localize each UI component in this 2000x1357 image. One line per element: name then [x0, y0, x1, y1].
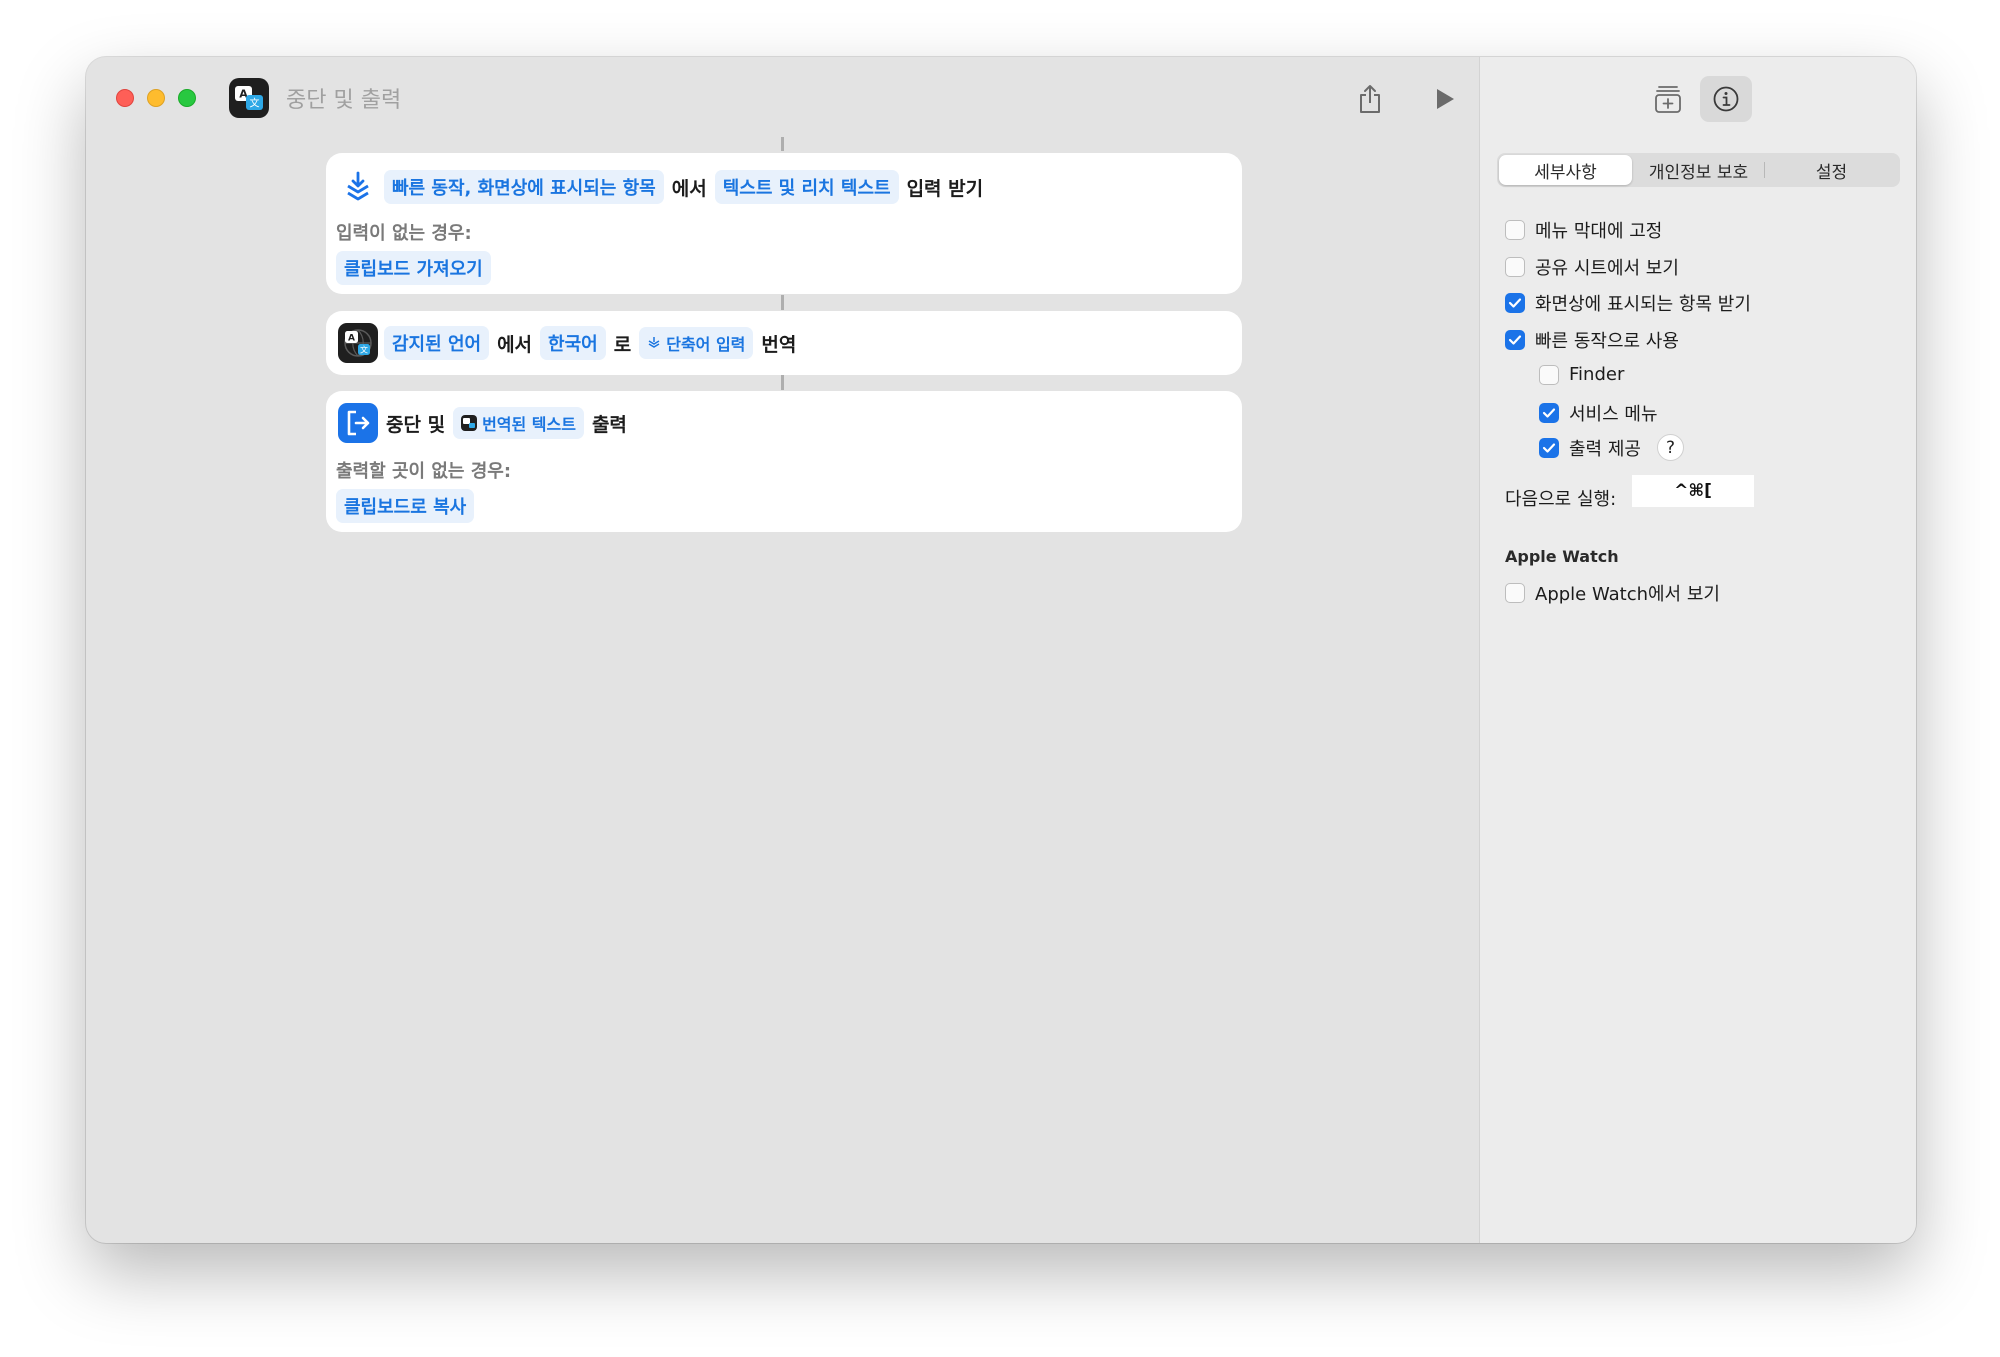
option-finder[interactable]: Finder	[1539, 364, 1624, 385]
output-word: 출력	[591, 413, 627, 436]
tab-privacy[interactable]: 개인정보 보호	[1632, 155, 1765, 185]
action-library-icon	[1655, 86, 1681, 113]
translated-text-label: 번역된 텍스트	[482, 415, 576, 434]
option-label: 서비스 메뉴	[1569, 404, 1658, 425]
option-label: 빠른 동작으로 사용	[1535, 331, 1679, 352]
zoom-window-button[interactable]	[178, 89, 196, 107]
translate-word: 번역	[761, 333, 797, 356]
input-source-token[interactable]: 빠른 동작, 화면상에 표시되는 항목	[384, 170, 664, 204]
get-clipboard-token[interactable]: 클립보드 가져오기	[336, 251, 491, 285]
option-provide-output[interactable]: 출력 제공 ?	[1539, 434, 1684, 461]
translate-icon: A 文	[338, 323, 378, 363]
input-type-token[interactable]: 텍스트 및 리치 텍스트	[714, 170, 899, 204]
layers-icon	[648, 337, 660, 348]
add-action-button[interactable]	[1642, 76, 1694, 122]
checkbox-checked[interactable]	[1505, 293, 1525, 313]
tab-settings[interactable]: 설정	[1765, 155, 1898, 185]
checkmark-icon	[1542, 408, 1556, 418]
flow-connector	[781, 375, 784, 390]
details-sidebar: 세부사항 개인정보 보호 설정 메뉴 막대에 고정 공유 시트에서 보기 화면상…	[1479, 57, 1916, 1243]
svg-text:A: A	[348, 334, 355, 344]
info-icon	[1713, 86, 1739, 112]
option-label: 메뉴 막대에 고정	[1535, 221, 1663, 242]
window-title[interactable]: 중단 및 출력	[286, 82, 401, 114]
stop-word: 중단 및	[386, 413, 446, 436]
translate-mini-icon	[461, 415, 478, 431]
stop-output-icon	[338, 403, 378, 443]
from-word: 에서	[497, 333, 533, 356]
checkbox-checked[interactable]	[1539, 403, 1559, 423]
checkbox[interactable]	[1505, 257, 1525, 277]
option-services-menu[interactable]: 서비스 메뉴	[1539, 400, 1658, 426]
translate-action[interactable]: A 文 감지된 언어 에서 한국어 로 단축어 입력 번역	[326, 311, 1242, 375]
option-pin-in-menu-bar[interactable]: 메뉴 막대에 고정	[1505, 217, 1662, 243]
option-label: Apple Watch에서 보기	[1535, 584, 1720, 605]
copy-to-clipboard-token[interactable]: 클립보드로 복사	[336, 489, 475, 523]
details-button[interactable]	[1700, 76, 1752, 122]
option-label: Finder	[1569, 364, 1625, 385]
tab-details[interactable]: 세부사항	[1499, 155, 1632, 185]
shortcut-input-token[interactable]: 단축어 입력	[639, 327, 754, 359]
option-label: 출력 제공	[1569, 438, 1641, 460]
svg-text:文: 文	[250, 97, 260, 110]
share-button[interactable]	[1348, 77, 1392, 121]
option-show-on-apple-watch[interactable]: Apple Watch에서 보기	[1505, 580, 1720, 606]
apple-watch-heading: Apple Watch	[1505, 547, 1619, 566]
help-button[interactable]: ?	[1656, 434, 1684, 461]
sidebar-tabs: 세부사항 개인정보 보호 설정	[1497, 153, 1900, 187]
option-show-in-share-sheet[interactable]: 공유 시트에서 보기	[1505, 254, 1679, 280]
receive-input-action[interactable]: 빠른 동작, 화면상에 표시되는 항목 에서 텍스트 및 리치 텍스트 입력 받…	[326, 153, 1242, 294]
share-icon	[1360, 85, 1380, 113]
shortcuts-window: A 文 중단 및 출력 빠른 동작, 화면상에 표시되는 항목 에서 텍스트 및…	[86, 57, 1916, 1243]
checkbox-checked[interactable]	[1505, 330, 1525, 350]
flow-connector	[781, 137, 784, 151]
to-word: 로	[613, 333, 632, 356]
run-button[interactable]	[1423, 77, 1467, 121]
receive-input-word: 입력 받기	[906, 177, 984, 200]
minimize-window-button[interactable]	[147, 89, 165, 107]
keyboard-shortcut-field[interactable]: ^⌘[	[1632, 475, 1754, 507]
checkbox[interactable]	[1505, 583, 1525, 603]
option-label: 공유 시트에서 보기	[1535, 258, 1679, 279]
shortcut-input-label: 단축어 입력	[666, 335, 746, 354]
play-icon	[1437, 89, 1454, 109]
checkmark-icon	[1542, 442, 1556, 453]
from-word: 에서	[671, 177, 707, 200]
editor-area: A 文 중단 및 출력 빠른 동작, 화면상에 표시되는 항목 에서 텍스트 및…	[86, 57, 1479, 1243]
checkbox[interactable]	[1539, 364, 1559, 385]
flow-connector	[781, 295, 784, 310]
no-input-label: 입력이 없는 경우:	[336, 223, 472, 244]
traffic-lights	[116, 89, 196, 107]
source-language-token[interactable]: 감지된 언어	[384, 326, 490, 360]
checkbox[interactable]	[1505, 220, 1525, 240]
checkmark-icon	[1508, 298, 1522, 308]
option-use-as-quick-action[interactable]: 빠른 동작으로 사용	[1505, 327, 1679, 353]
receive-input-icon	[338, 167, 378, 207]
checkmark-icon	[1508, 335, 1522, 345]
target-language-token[interactable]: 한국어	[540, 326, 606, 360]
translate-shortcut-icon[interactable]: A 文	[229, 78, 269, 118]
no-output-destination-label: 출력할 곳이 없는 경우:	[336, 461, 512, 482]
translated-text-token[interactable]: 번역된 텍스트	[453, 407, 584, 439]
close-window-button[interactable]	[116, 89, 134, 107]
option-receive-onscreen-items[interactable]: 화면상에 표시되는 항목 받기	[1505, 290, 1751, 316]
stop-and-output-action[interactable]: 중단 및 번역된 텍스트 출력 출력할 곳이 없는 경우: 클립보드로 복사	[326, 391, 1242, 532]
run-with-label: 다음으로 실행:	[1505, 489, 1617, 510]
checkbox-checked[interactable]	[1539, 437, 1559, 458]
option-label: 화면상에 표시되는 항목 받기	[1535, 294, 1751, 315]
svg-text:文: 文	[360, 345, 368, 355]
